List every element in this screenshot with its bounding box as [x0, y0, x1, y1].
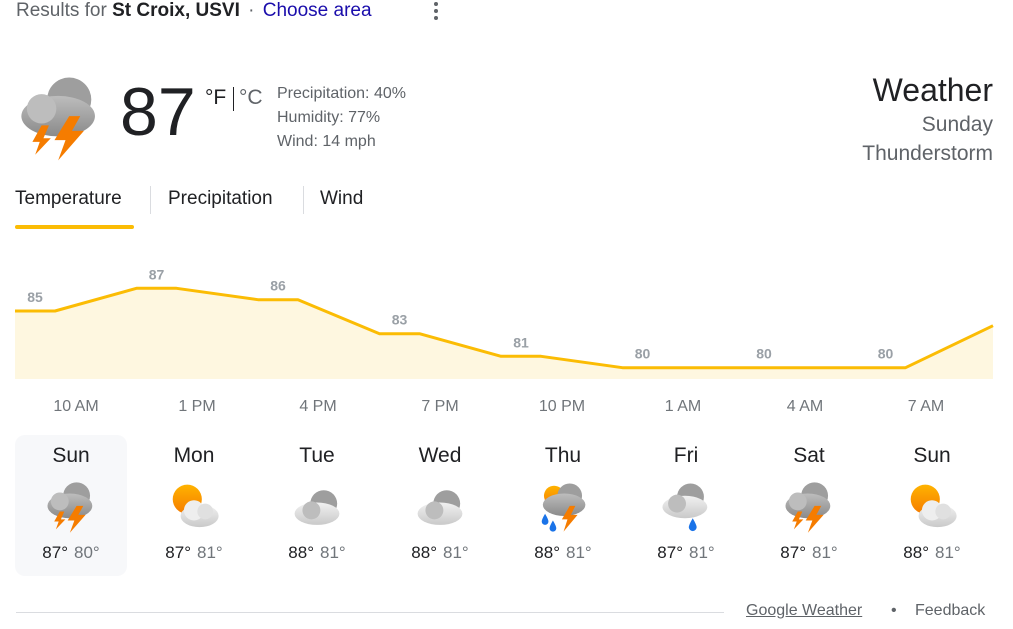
- forecast-day[interactable]: Fri 87° 81°: [630, 435, 742, 576]
- thunderstorm-icon: [781, 479, 837, 535]
- chart-area-fill: [15, 288, 993, 379]
- current-day: Sunday: [921, 113, 993, 136]
- time-label: 7 AM: [907, 398, 945, 415]
- forecast-temps: 88° 81°: [384, 543, 496, 563]
- footer-dot: •: [891, 602, 897, 619]
- wind-text: Wind: 14 mph: [277, 133, 376, 150]
- rain-icon: [658, 479, 714, 535]
- forecast-high: 87°: [780, 543, 806, 562]
- cloudy-icon: [412, 479, 468, 535]
- chart-value-label: 80: [635, 346, 651, 362]
- forecast-day-name: Thu: [544, 444, 582, 467]
- forecast-day[interactable]: Sun 88° 81°: [876, 435, 988, 576]
- chart-value-label: 80: [756, 346, 772, 362]
- time-label: 10 AM: [53, 398, 99, 415]
- more-options-icon[interactable]: [428, 0, 444, 22]
- forecast-low: 81°: [935, 543, 961, 562]
- forecast-day-name: Sun: [52, 444, 90, 467]
- location-name: St Croix, USVI: [112, 0, 240, 21]
- tab-temperature[interactable]: Temperature: [15, 188, 122, 210]
- results-prefix: Results for: [16, 0, 107, 21]
- chart-value-label: 83: [392, 312, 408, 328]
- time-label: 10 PM: [538, 398, 586, 415]
- forecast-high: 88°: [288, 543, 314, 562]
- forecast-low: 81°: [566, 543, 592, 562]
- forecast-high: 88°: [534, 543, 560, 562]
- forecast-day[interactable]: Thu 88° 81°: [507, 435, 619, 576]
- results-header: Results for St Croix, USVI · Choose area: [16, 0, 372, 22]
- separator: ·: [248, 0, 255, 21]
- time-label: 4 AM: [786, 398, 824, 415]
- footer-divider: [16, 612, 724, 613]
- forecast-temps: 87° 81°: [753, 543, 865, 563]
- temperature-chart[interactable]: 85 87 86 83 81 80 80 80: [0, 255, 1013, 390]
- forecast-temps: 88° 81°: [876, 543, 988, 563]
- humidity-text: Humidity: 77%: [277, 109, 381, 126]
- unit-divider: [233, 87, 234, 111]
- google-weather-link[interactable]: Google Weather: [746, 602, 862, 620]
- partly-cloudy-icon: [904, 479, 960, 535]
- forecast-day[interactable]: Mon 87° 81°: [138, 435, 250, 576]
- chart-value-label: 86: [270, 278, 286, 294]
- forecast-high: 88°: [903, 543, 929, 562]
- forecast-day-name: Mon: [173, 444, 215, 467]
- forecast-day[interactable]: Sat 87° 81°: [753, 435, 865, 576]
- celsius-toggle[interactable]: °C: [239, 86, 263, 110]
- fahrenheit-toggle[interactable]: °F: [205, 86, 226, 110]
- current-details: Precipitation: 40% Humidity: 77% Wind: 1…: [277, 82, 406, 154]
- forecast-day-name: Sun: [913, 444, 951, 467]
- chart-value-label: 85: [27, 289, 43, 305]
- forecast-low: 81°: [812, 543, 838, 562]
- tab-divider: [150, 186, 151, 214]
- chart-value-label: 81: [513, 334, 529, 350]
- time-label: 1 AM: [664, 398, 702, 415]
- forecast-temps: 87° 80°: [15, 543, 127, 563]
- choose-area-link[interactable]: Choose area: [263, 0, 372, 21]
- forecast-low: 81°: [197, 543, 223, 562]
- forecast-high: 87°: [657, 543, 683, 562]
- current-temperature: 87: [120, 74, 196, 150]
- storm-rain-icon: [535, 479, 591, 535]
- forecast-day-name: Sat: [793, 444, 825, 467]
- forecast-low: 81°: [320, 543, 346, 562]
- thunderstorm-icon: [14, 72, 106, 164]
- chart-value-label: 80: [878, 346, 894, 362]
- forecast-day-name: Tue: [299, 444, 335, 467]
- forecast-day[interactable]: Wed 88° 81°: [384, 435, 496, 576]
- cloudy-icon: [289, 479, 345, 535]
- time-label: 1 PM: [178, 398, 216, 415]
- feedback-link[interactable]: Feedback: [915, 602, 985, 620]
- weather-title: Weather: [872, 72, 993, 108]
- forecast-temps: 87° 81°: [138, 543, 250, 563]
- forecast-low: 81°: [443, 543, 469, 562]
- forecast-temps: 87° 81°: [630, 543, 742, 563]
- forecast-day[interactable]: Tue 88° 81°: [261, 435, 373, 576]
- precipitation-text: Precipitation: 40%: [277, 85, 406, 102]
- forecast-low: 80°: [74, 543, 100, 562]
- chart-value-label: 87: [149, 266, 165, 282]
- current-condition: Thunderstorm: [862, 142, 993, 165]
- tab-divider: [303, 186, 304, 214]
- forecast-high: 87°: [165, 543, 191, 562]
- time-label: 4 PM: [299, 398, 337, 415]
- forecast-temps: 88° 81°: [507, 543, 619, 563]
- tab-selected-indicator: [15, 225, 134, 229]
- forecast-day-name: Wed: [418, 444, 462, 467]
- forecast-day-name: Fri: [673, 444, 699, 467]
- forecast-high: 87°: [42, 543, 68, 562]
- time-label: 7 PM: [421, 398, 459, 415]
- forecast-high: 88°: [411, 543, 437, 562]
- partly-cloudy-icon: [166, 479, 222, 535]
- forecast-temps: 88° 81°: [261, 543, 373, 563]
- forecast-day[interactable]: Sun 87° 80°: [15, 435, 127, 576]
- tab-precipitation[interactable]: Precipitation: [168, 188, 273, 210]
- thunderstorm-icon: [43, 479, 99, 535]
- forecast-low: 81°: [689, 543, 715, 562]
- tab-wind[interactable]: Wind: [320, 188, 363, 210]
